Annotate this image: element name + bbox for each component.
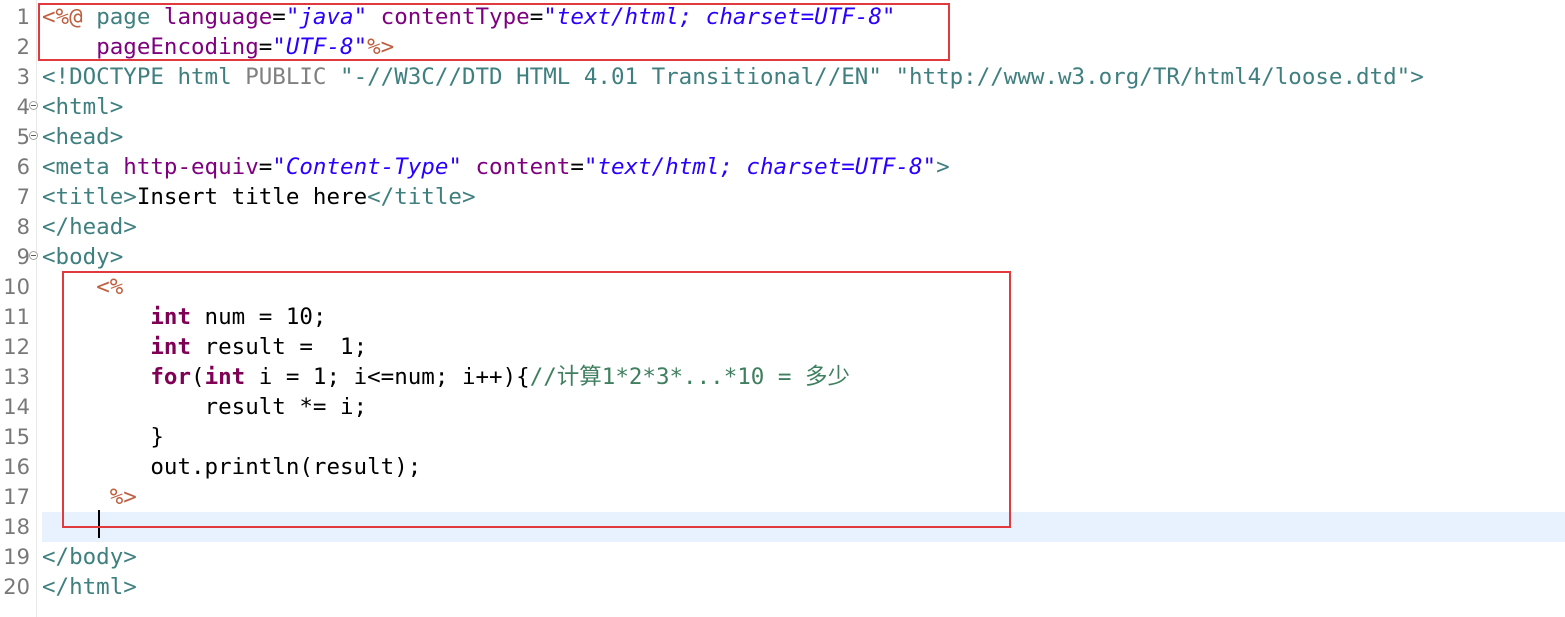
- line-number: 3: [16, 65, 30, 89]
- code-line[interactable]: 3 <!DOCTYPE html PUBLIC "-//W3C//DTD HTML…: [0, 62, 1565, 92]
- code-text[interactable]: <body>: [42, 242, 1565, 272]
- code-text[interactable]: <html>: [42, 92, 1565, 122]
- line-number: 18: [3, 515, 30, 539]
- collapse-fold-icon[interactable]: [29, 251, 38, 260]
- code-text[interactable]: </html>: [42, 572, 1565, 602]
- line-number: 10: [3, 275, 30, 299]
- code-token-dtdstr: "http://www.w3.org/TR/html4/loose.dtd": [895, 64, 1411, 90]
- code-token-tag: <body>: [42, 244, 124, 270]
- code-text[interactable]: </head>: [42, 212, 1565, 242]
- code-text[interactable]: <meta http-equiv="Content-Type" content=…: [42, 152, 1565, 182]
- line-number: 20: [3, 575, 30, 599]
- code-token-tag: <head>: [42, 124, 124, 150]
- code-line[interactable]: 9 <body>: [0, 242, 1565, 272]
- collapse-fold-icon[interactable]: [29, 101, 38, 110]
- line-number: 8: [16, 215, 30, 239]
- line-number: 19: [3, 545, 30, 569]
- line-number: 15: [3, 425, 30, 449]
- line-number: 4: [16, 95, 30, 119]
- line-number: 1: [16, 5, 30, 29]
- line-number: 9: [16, 245, 30, 269]
- code-line[interactable]: 20 </html>: [0, 572, 1565, 602]
- code-token-dtdstr: "-//W3C//DTD HTML 4.01 Transitional//EN": [340, 64, 882, 90]
- code-token-tag: <meta: [42, 154, 124, 180]
- line-number: 2: [16, 35, 30, 59]
- line-number: 11: [3, 305, 30, 329]
- code-text[interactable]: <title>Insert title here</title>: [42, 182, 1565, 212]
- code-editor[interactable]: 1 <%@ page language="java" contentType="t…: [0, 0, 1565, 617]
- code-token-doctype: >: [1410, 64, 1424, 90]
- code-token-plain: =: [570, 154, 584, 180]
- code-token-tag: </title>: [367, 184, 476, 210]
- code-line[interactable]: 7 <title>Insert title here</title>: [0, 182, 1565, 212]
- code-text[interactable]: </body>: [42, 542, 1565, 572]
- code-token-tag: </head>: [42, 214, 137, 240]
- collapse-fold-icon[interactable]: [29, 131, 38, 140]
- code-text[interactable]: <head>: [42, 122, 1565, 152]
- code-token-tag: </body>: [42, 544, 137, 570]
- line-number: 13: [3, 365, 30, 389]
- line-number: 17: [3, 485, 30, 509]
- code-token-str: "Content-Type": [272, 154, 462, 180]
- code-line[interactable]: 6 <meta http-equiv="Content-Type" content…: [0, 152, 1565, 182]
- line-number: 5: [16, 125, 30, 149]
- code-token-public: PUBLIC: [245, 64, 327, 90]
- code-token-tag: >: [936, 154, 950, 180]
- code-token-doctype: <!DOCTYPE html: [42, 64, 246, 90]
- line-number: 7: [16, 185, 30, 209]
- code-text[interactable]: <!DOCTYPE html PUBLIC "-//W3C//DTD HTML …: [42, 62, 1565, 92]
- line-number: 16: [3, 455, 30, 479]
- code-line[interactable]: 5 <head>: [0, 122, 1565, 152]
- code-line[interactable]: 19 </body>: [0, 542, 1565, 572]
- code-token-attr: content: [475, 154, 571, 180]
- code-token-tag: <title>: [42, 184, 137, 210]
- code-token-attr: http-equiv: [123, 154, 259, 180]
- line-number: 14: [3, 395, 30, 419]
- code-token-tag: <html>: [42, 94, 124, 120]
- page-directive-highlight-box: [38, 3, 950, 61]
- code-token-plain: Insert title here: [136, 184, 368, 210]
- code-line[interactable]: 4 <html>: [0, 92, 1565, 122]
- scriptlet-highlight-box: [62, 271, 1011, 528]
- code-line[interactable]: 8 </head>: [0, 212, 1565, 242]
- line-number: 6: [16, 155, 30, 179]
- line-number: 12: [3, 335, 30, 359]
- code-token-plain: =: [258, 154, 273, 180]
- code-token-str: "text/html; charset=UTF-8": [583, 154, 937, 180]
- code-token-tag: </html>: [42, 574, 137, 600]
